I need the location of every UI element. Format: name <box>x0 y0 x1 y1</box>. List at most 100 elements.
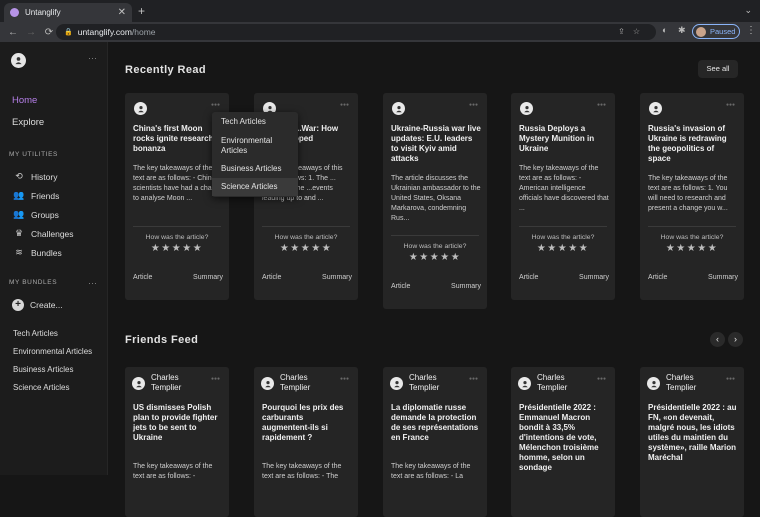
summary-link[interactable]: Summary <box>322 274 352 281</box>
rating-question: How was the article? <box>145 234 209 241</box>
card-more-icon[interactable]: ●●● <box>340 102 349 108</box>
article-title: China's first Moon rocks ignite research… <box>133 124 214 153</box>
user-icon <box>132 377 145 390</box>
bundle-science-articles[interactable]: Science Articles <box>13 383 69 392</box>
tab-search-icon[interactable]: ⌄ <box>744 5 752 16</box>
bundle-environmental-articles[interactable]: Environmental Articles <box>13 347 92 356</box>
browser-menu-icon[interactable]: ⋮ <box>746 25 756 36</box>
menu-item-environmental-articles[interactable]: Environmental Articles <box>212 136 298 156</box>
article-summary: The key takeaways of the text are as fol… <box>133 165 223 202</box>
plus-icon: + <box>12 299 24 311</box>
feed-card[interactable]: Charles Templier ●●● Pourquoi les prix d… <box>254 367 358 517</box>
see-all-button[interactable]: See all <box>698 60 738 78</box>
bundles-more-icon[interactable]: ··· <box>88 278 97 288</box>
add-to-bundle-menu: Tech Articles Environmental Articles Bus… <box>212 112 298 197</box>
card-more-icon[interactable]: ●●● <box>469 102 478 108</box>
menu-item-science-articles[interactable]: Science Articles <box>212 178 298 196</box>
article-link[interactable]: Article <box>262 274 281 281</box>
feed-article-title: Présidentielle 2022 : au FN, «on devenai… <box>648 403 737 462</box>
profile-button[interactable]: Paused <box>692 24 740 39</box>
summary-link[interactable]: Summary <box>708 274 738 281</box>
divider <box>391 235 479 236</box>
bundle-tech-articles[interactable]: Tech Articles <box>13 329 58 338</box>
feed-author: Charles Templier <box>537 373 568 392</box>
summary-link[interactable]: Summary <box>451 283 481 290</box>
card-more-icon[interactable]: ●●● <box>340 376 349 382</box>
star-rating[interactable]: ★★★★★ <box>383 252 487 263</box>
tab-title: Untanglify <box>25 8 61 17</box>
user-avatar[interactable] <box>11 53 26 68</box>
untanglify-favicon-icon <box>10 8 19 17</box>
create-bundle-button[interactable]: + Create... <box>12 299 63 311</box>
feed-card[interactable]: Charles Templier ●●● Présidentielle 2022… <box>511 367 615 517</box>
sidebar-item-bundles[interactable]: ≋ Bundles <box>12 247 62 258</box>
forward-button[interactable]: → <box>26 27 36 38</box>
history-icon: ⟲ <box>15 171 23 181</box>
summary-link[interactable]: Summary <box>579 274 609 281</box>
browser-tab-strip: Untanglify ✕ + ⌄ <box>0 0 760 22</box>
article-card[interactable]: ●●● Russia's invasion of Ukraine is redr… <box>640 93 744 300</box>
card-more-icon[interactable]: ●●● <box>211 376 220 382</box>
puzzle-icon[interactable]: ✱ <box>678 25 686 36</box>
summary-link[interactable]: Summary <box>193 274 223 281</box>
user-icon <box>520 102 533 115</box>
feed-card[interactable]: Charles Templier ●●● Présidentielle 2022… <box>640 367 744 517</box>
card-more-icon[interactable]: ●●● <box>726 102 735 108</box>
recently-read-title: Recently Read <box>125 64 207 76</box>
sidebar-item-groups[interactable]: 👥 Groups <box>12 209 59 220</box>
share-bookmark-icons[interactable]: ⇪☆ <box>618 27 648 36</box>
star-rating[interactable]: ★★★★★ <box>254 243 358 254</box>
sidebar-item-history[interactable]: ⟲ History <box>12 171 57 182</box>
feed-next-button[interactable]: › <box>728 332 743 347</box>
feed-card[interactable]: Charles Templier ●●● La diplomatie russe… <box>383 367 487 517</box>
article-card[interactable]: ●●● Ukraine-Russia war live updates: E.U… <box>383 93 487 309</box>
feed-article-title: La diplomatie russe demande la protectio… <box>391 403 479 442</box>
bundles-heading: MY BUNDLES <box>9 279 58 286</box>
sidebar-item-home[interactable]: Home <box>12 95 37 106</box>
url-path: /home <box>131 27 156 37</box>
article-link[interactable]: Article <box>391 283 410 290</box>
user-icon <box>390 377 403 390</box>
sidebar-item-challenges[interactable]: ♛ Challenges <box>12 228 74 239</box>
card-more-icon[interactable]: ●●● <box>211 102 220 108</box>
profile-status: Paused <box>710 27 736 36</box>
new-tab-button[interactable]: + <box>138 4 145 18</box>
card-more-icon[interactable]: ●●● <box>597 102 606 108</box>
article-link[interactable]: Article <box>648 274 667 281</box>
menu-item-tech-articles[interactable]: Tech Articles <box>212 117 298 127</box>
address-bar[interactable]: 🔒 untanglify.com/home ⇪☆ <box>56 24 656 40</box>
star-rating[interactable]: ★★★★★ <box>640 243 744 254</box>
feed-article-summary: The key takeaways of the text are as fol… <box>391 463 471 480</box>
card-more-icon[interactable]: ●●● <box>469 376 478 382</box>
back-button[interactable]: ← <box>8 27 18 38</box>
sidebar-more-icon[interactable]: ··· <box>88 53 97 63</box>
close-tab-icon[interactable]: ✕ <box>118 7 126 18</box>
browser-tab[interactable]: Untanglify ✕ <box>4 3 132 22</box>
article-title: Ukraine-Russia war live updates: E.U. le… <box>391 124 481 163</box>
card-more-icon[interactable]: ●●● <box>726 376 735 382</box>
sidebar-item-label: Challenges <box>31 228 74 239</box>
feed-article-title: US dismisses Polish plan to provide figh… <box>133 403 218 442</box>
article-link[interactable]: Article <box>519 274 538 281</box>
sidebar-item-label: Groups <box>31 209 59 220</box>
sidebar-item-friends[interactable]: 👥 Friends <box>12 190 59 201</box>
main-content: Recently Read See all ●●● China's first … <box>108 42 760 517</box>
feed-author: Charles Templier <box>666 373 697 392</box>
sidebar-item-explore[interactable]: Explore <box>12 117 44 128</box>
menu-item-business-articles[interactable]: Business Articles <box>212 164 298 174</box>
feed-article-summary: The key takeaways of the text are as fol… <box>262 463 342 480</box>
divider <box>519 226 607 227</box>
star-rating[interactable]: ★★★★★ <box>511 243 615 254</box>
feed-card[interactable]: Charles Templier ●●● US dismisses Polish… <box>125 367 229 517</box>
card-more-icon[interactable]: ●●● <box>597 376 606 382</box>
star-rating[interactable]: ★★★★★ <box>125 243 229 254</box>
article-link[interactable]: Article <box>133 274 152 281</box>
reload-button[interactable]: ⟳ <box>44 27 54 38</box>
bundle-business-articles[interactable]: Business Articles <box>13 365 73 374</box>
feed-article-title: Présidentielle 2022 : Emmanuel Macron bo… <box>519 403 599 472</box>
rating-question: How was the article? <box>403 243 467 250</box>
crown-icon: ♛ <box>14 228 24 238</box>
feed-prev-button[interactable]: ‹ <box>710 332 725 347</box>
article-card[interactable]: ●●● Russia Deploys a Mystery Munition in… <box>511 93 615 300</box>
extension-icon[interactable]: ◐ <box>662 25 667 35</box>
